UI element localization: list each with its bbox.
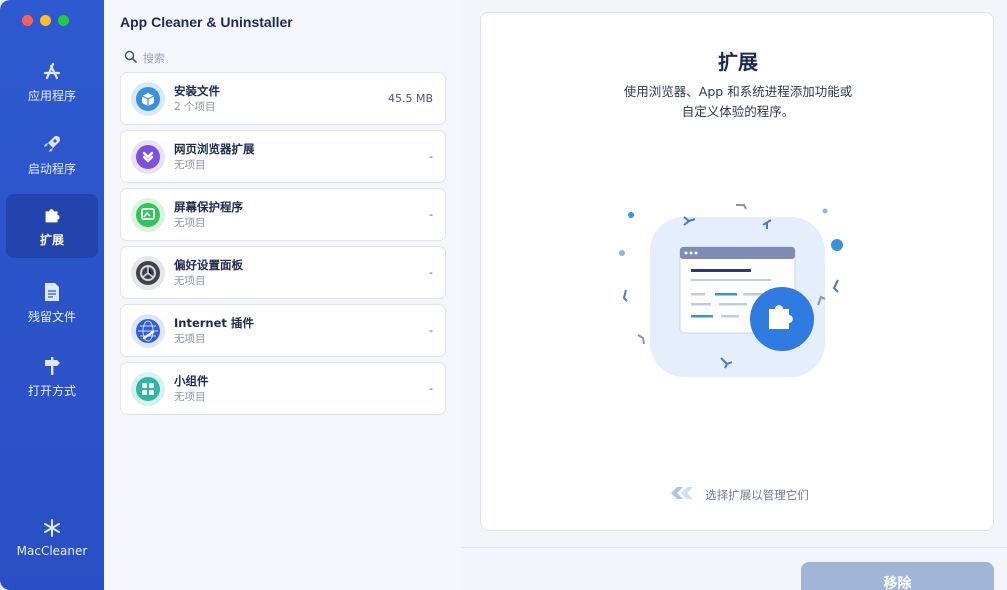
category-browser-extensions[interactable]: 网页浏览器扩展 无项目 - (120, 130, 446, 183)
sidebar-item-extensions[interactable]: 扩展 (6, 194, 98, 258)
hint-text: 选择扩展以管理它们 (705, 488, 809, 502)
app-store-icon (41, 60, 63, 82)
signpost-icon (41, 355, 63, 377)
sidebar: 应用程序 启动程序 扩展 残留文件 打开方式 MacCleaner (0, 0, 104, 590)
footer-divider (462, 547, 1007, 548)
search-bar[interactable]: 搜索 (124, 48, 165, 67)
double-chevron-left-icon (667, 485, 699, 505)
sidebar-item-label: 打开方式 (27, 384, 76, 398)
sidebar-item-label: 启动程序 (27, 162, 76, 176)
remove-button[interactable]: 移除 (801, 562, 994, 590)
minimize-window-button[interactable] (40, 15, 51, 26)
detail-title: 扩展 (718, 50, 758, 74)
sidebar-item-label: 扩展 (39, 233, 64, 247)
category-size: - (429, 324, 433, 337)
category-count: 无项目 (174, 390, 206, 403)
maccleaner-snowflake-icon (41, 517, 63, 539)
category-widgets[interactable]: 小组件 无项目 - (120, 362, 446, 415)
category-size: 45.5 MB (387, 92, 433, 105)
category-size: - (429, 208, 433, 221)
detail-description-line: 自定义体验的程序。 (681, 104, 795, 119)
zoom-window-button[interactable] (58, 15, 69, 26)
sidebar-item-open-with[interactable]: 打开方式 (6, 345, 98, 409)
screensaver-icon (131, 197, 165, 232)
sidebar-item-label: 应用程序 (27, 89, 76, 103)
close-window-button[interactable] (22, 15, 33, 26)
sidebar-item-label: 残留文件 (27, 310, 76, 324)
category-size: - (429, 382, 433, 395)
document-icon (41, 281, 63, 303)
category-name: 屏幕保护程序 (174, 199, 243, 214)
category-count: 无项目 (174, 158, 206, 171)
rocket-icon (41, 133, 63, 155)
app-title: App Cleaner & Uninstaller (120, 14, 293, 30)
preferences-gear-icon (131, 255, 165, 290)
widgets-icon (131, 371, 165, 406)
sidebar-item-leftovers[interactable]: 残留文件 (6, 271, 98, 335)
puzzle-icon (41, 204, 63, 226)
select-extension-hint: 选择扩展以管理它们 (481, 485, 995, 505)
category-name: 安装文件 (174, 83, 220, 98)
category-preference-panes[interactable]: 偏好设置面板 无项目 - (120, 246, 446, 299)
category-count: 2 个项目 (174, 100, 216, 113)
category-size: - (429, 150, 433, 163)
category-count: 无项目 (174, 216, 206, 229)
sidebar-item-startup[interactable]: 启动程序 (6, 123, 98, 187)
extensions-illustration (619, 204, 843, 377)
category-name: 偏好设置面板 (174, 257, 243, 272)
category-count: 无项目 (174, 274, 206, 287)
search-icon (124, 48, 137, 67)
detail-description: 使用浏览器、App 和系统进程添加功能或 自定义体验的程序。 (588, 82, 888, 122)
internet-globe-icon (131, 313, 165, 348)
browser-extension-icon (131, 139, 165, 174)
category-count: 无项目 (174, 332, 206, 345)
category-screensavers[interactable]: 屏幕保护程序 无项目 - (120, 188, 446, 241)
maccleaner-label: MacCleaner (16, 543, 88, 558)
maccleaner-link[interactable]: MacCleaner (6, 505, 98, 569)
category-size: - (429, 266, 433, 279)
category-installers[interactable]: 安装文件 2 个项目 45.5 MB (120, 72, 446, 125)
category-name: 网页浏览器扩展 (174, 141, 255, 156)
sidebar-item-applications[interactable]: 应用程序 (6, 50, 98, 114)
installer-box-icon (131, 81, 165, 116)
detail-description-line: 使用浏览器、App 和系统进程添加功能或 (623, 84, 853, 99)
category-panel: App Cleaner & Uninstaller 搜索 安装文件 2 个项目 … (104, 0, 462, 590)
category-internet-plugins[interactable]: Internet 插件 无项目 - (120, 304, 446, 357)
detail-card: 扩展 使用浏览器、App 和系统进程添加功能或 自定义体验的程序。 选择扩展以管… (480, 12, 994, 531)
category-name: 小组件 (174, 373, 209, 388)
window-controls (22, 15, 69, 26)
category-name: Internet 插件 (174, 315, 254, 330)
search-input[interactable]: 搜索 (143, 50, 165, 66)
